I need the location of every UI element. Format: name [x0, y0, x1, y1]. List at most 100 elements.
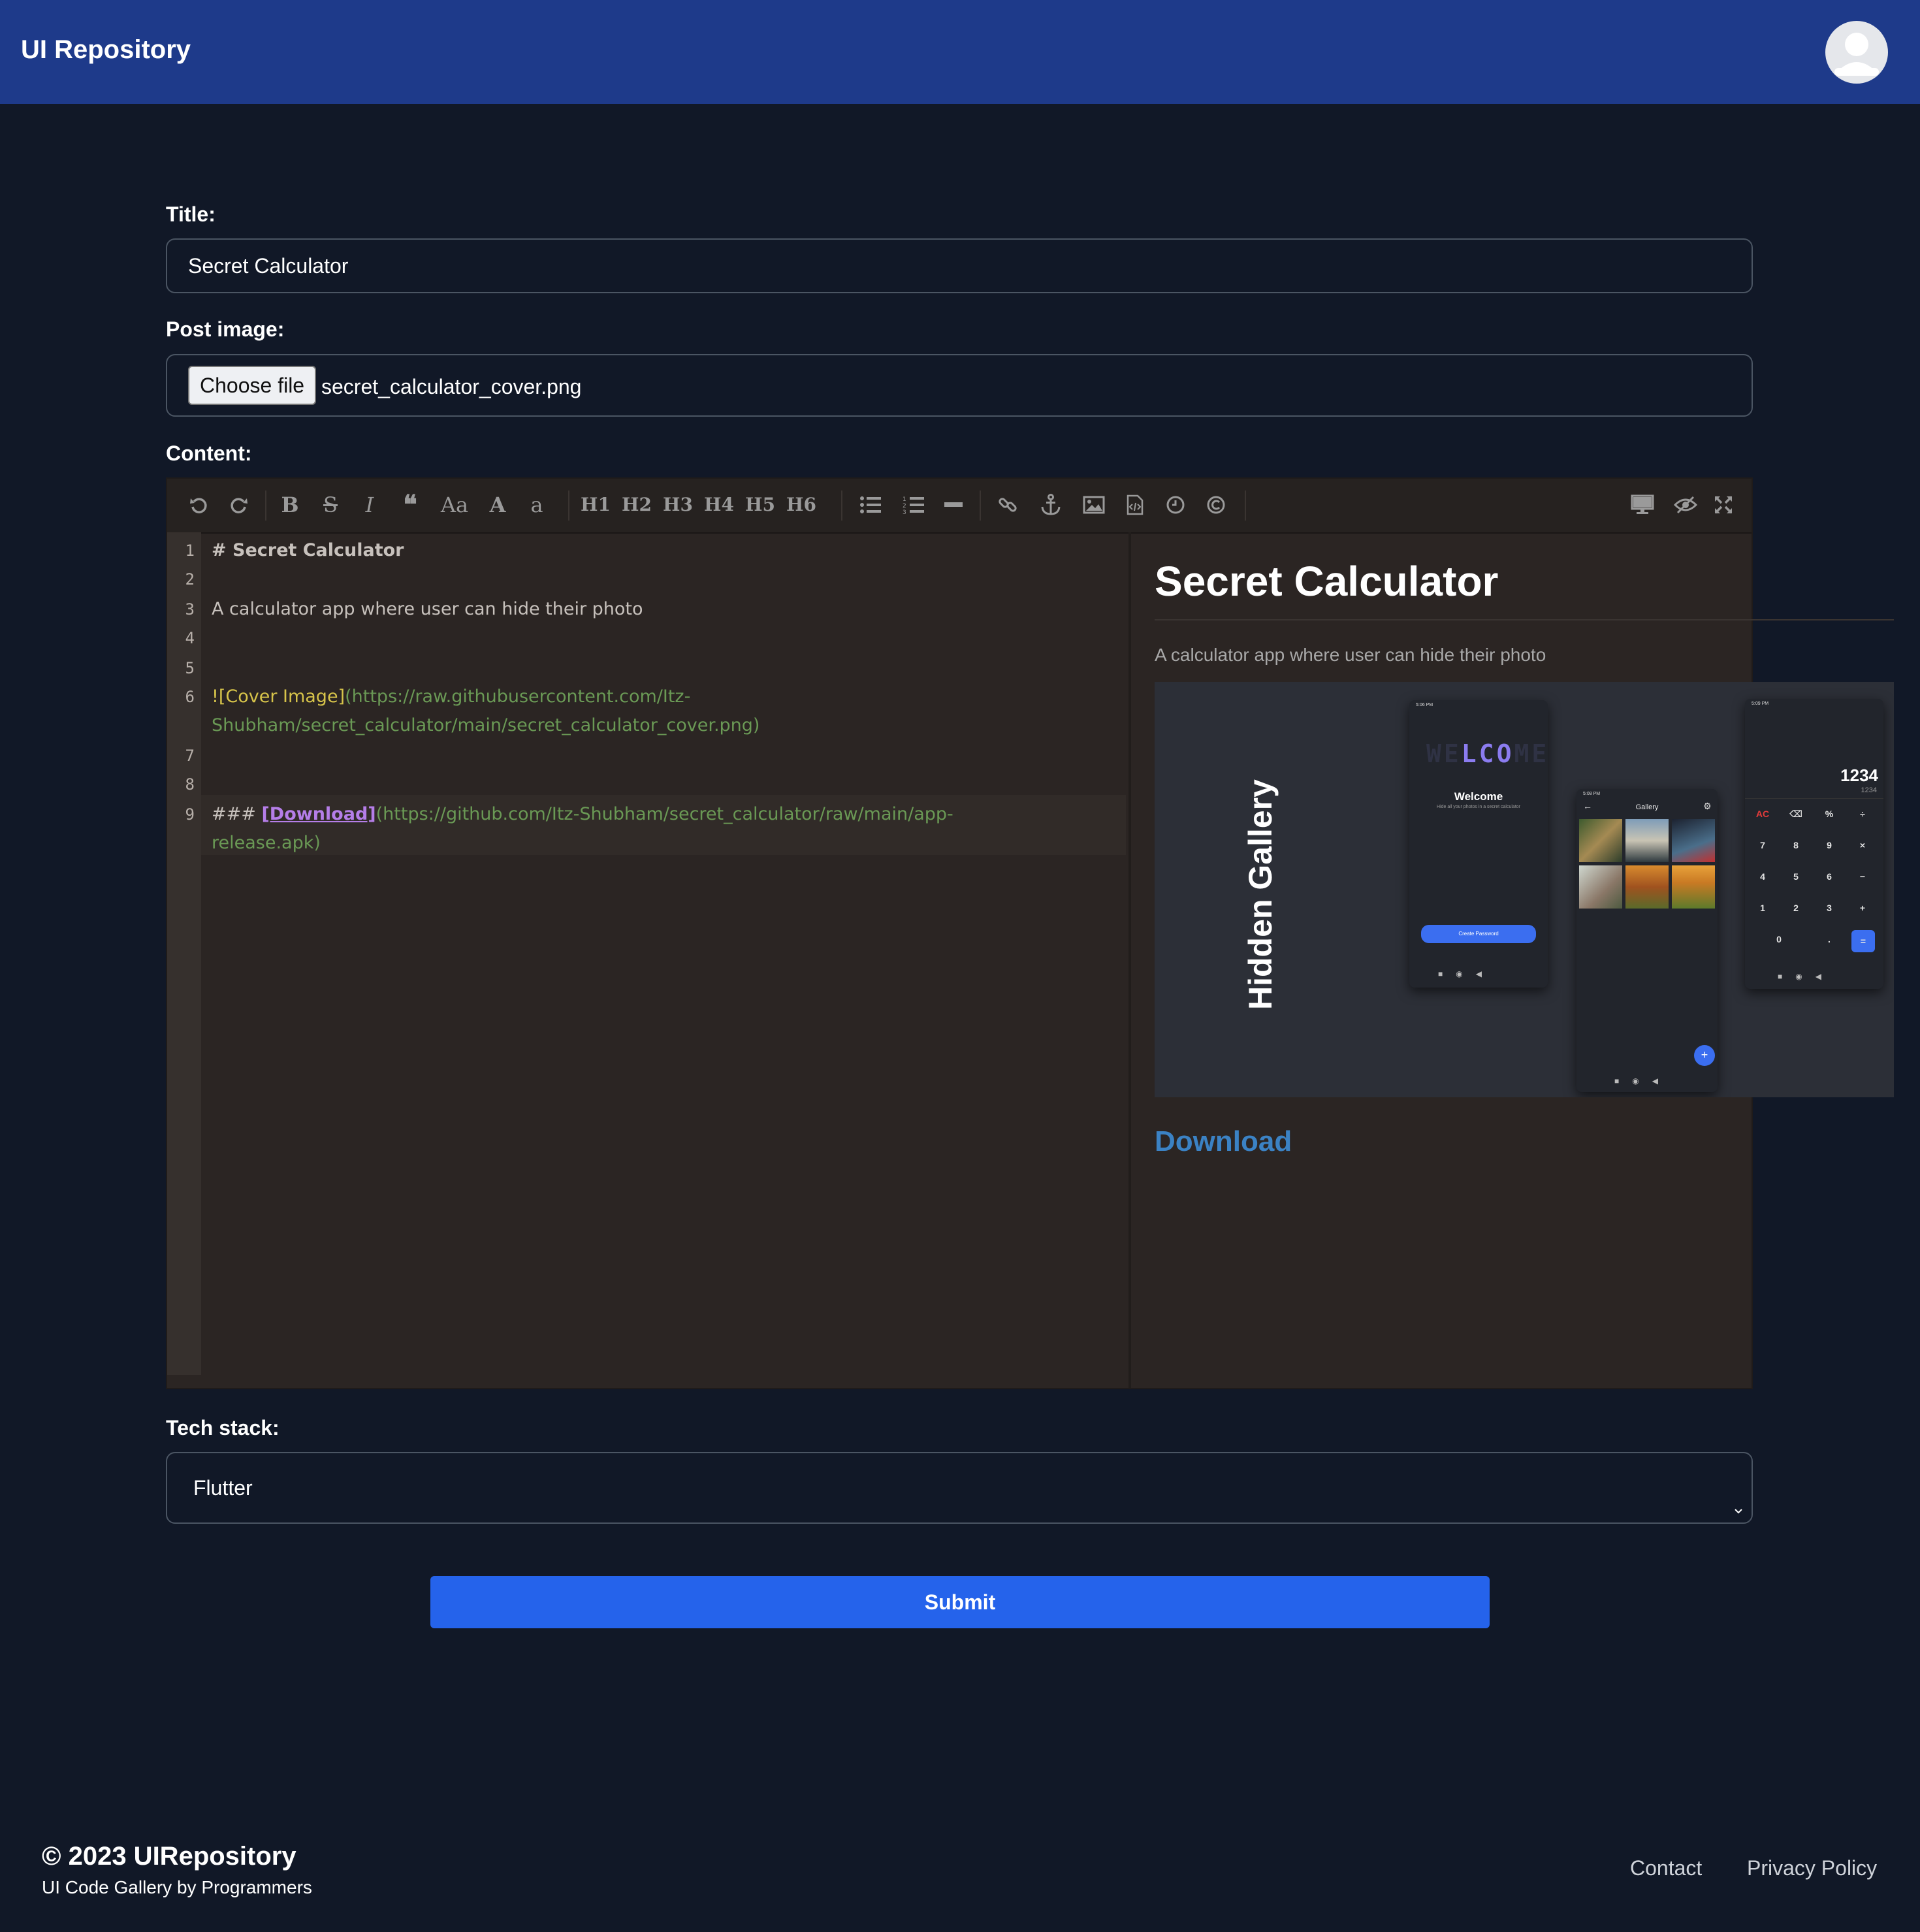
case-toggle-button[interactable]: Aa: [435, 488, 474, 522]
strikethrough-button[interactable]: S: [316, 488, 345, 522]
markdown-preview: Secret Calculator A calculator app where…: [1131, 532, 1894, 1388]
footer-copyright: © 2023 UIRepository: [42, 1842, 296, 1871]
calculator-display: 1234: [1840, 765, 1878, 785]
h4-button[interactable]: H4: [701, 488, 737, 522]
horizontal-rule-icon[interactable]: [939, 488, 968, 522]
gallery-thumbnail: [1625, 865, 1669, 909]
fullscreen-icon[interactable]: [1707, 488, 1740, 522]
selected-file-name: secret_calculator_cover.png: [321, 375, 582, 398]
post-image-file-input[interactable]: Choose file secret_calculator_cover.png: [166, 354, 1753, 417]
italic-button[interactable]: I: [355, 488, 384, 522]
brand-logo[interactable]: UI Repository: [21, 35, 191, 65]
undo-icon[interactable]: [184, 488, 213, 522]
status-time: 5:09 PM: [1752, 701, 1769, 706]
image-icon[interactable]: [1078, 488, 1110, 522]
bold-button[interactable]: B: [276, 488, 304, 522]
line-number-gutter: 1 2 3 4 5 6 7 8 9: [167, 532, 201, 1375]
settings-gear-icon: ⚙: [1703, 801, 1712, 811]
footer-privacy-link[interactable]: Privacy Policy: [1747, 1856, 1877, 1880]
tech-stack-select[interactable]: Flutter: [166, 1452, 1753, 1524]
link-icon[interactable]: [991, 488, 1024, 522]
list-ul-icon[interactable]: [854, 488, 887, 522]
download-url: (https://github.com/Itz-Shubham/secret_c…: [376, 804, 953, 824]
calc-key-6: 6: [1827, 871, 1832, 882]
h2-button[interactable]: H2: [618, 488, 655, 522]
eye-off-icon[interactable]: [1669, 488, 1702, 522]
gallery-thumbnail: [1625, 819, 1669, 862]
redo-icon[interactable]: [225, 488, 253, 522]
calc-key-1: 1: [1760, 903, 1765, 913]
line-number: 4: [185, 629, 195, 647]
uppercase-button[interactable]: A: [483, 488, 512, 522]
nav-bar-icons: ■ ◉ ◀: [1778, 972, 1821, 981]
list-ol-icon[interactable]: 123: [897, 488, 930, 522]
markdown-code-area[interactable]: # Secret Calculator A calculator app whe…: [201, 532, 1128, 1375]
footer-contact-link[interactable]: Contact: [1630, 1856, 1702, 1880]
welcome-art: WELCOME: [1426, 739, 1548, 768]
line-number: 9: [185, 805, 195, 824]
calc-key-5: 5: [1793, 871, 1799, 882]
preview-title: Secret Calculator: [1155, 558, 1499, 605]
status-time: 5:06 PM: [1416, 703, 1433, 707]
gallery-thumbnail: [1672, 865, 1715, 909]
code-line-6-wrap: Shubham/secret_calculator/main/secret_ca…: [212, 715, 760, 735]
editor-toolbar: B S I ❝ Aa A a H1 H2 H3 H4 H5 H6 123: [167, 479, 1752, 534]
choose-file-button[interactable]: Choose file: [188, 366, 317, 405]
calc-key-8: 8: [1793, 840, 1799, 850]
line-number: 8: [185, 775, 195, 794]
calc-key-7: 7: [1760, 840, 1765, 850]
chevron-down-icon: [1731, 1477, 1746, 1546]
preview-download-link[interactable]: Download: [1155, 1125, 1292, 1158]
welcome-heading: Welcome: [1454, 790, 1503, 803]
calc-key-2: 2: [1793, 903, 1799, 913]
calculator-screen-mockup: 5:09 PM 1234 1234 AC ⌫ % ÷ 7 8 9 × 4 5 6…: [1745, 699, 1883, 989]
preview-cover-image: Hidden Gallery 5:06 PM WELCOME Welcome H…: [1155, 682, 1894, 1097]
download-link-text: [Download]: [261, 804, 376, 824]
quote-button[interactable]: ❝: [396, 488, 424, 522]
code-line-9: ### [Download](https://github.com/Itz-Sh…: [212, 800, 953, 829]
heading-marker: ###: [212, 804, 262, 824]
hidden-gallery-label: Hidden Gallery: [1242, 779, 1279, 1010]
h1-button[interactable]: H1: [577, 488, 614, 522]
line-number: 7: [185, 747, 195, 765]
calc-key-percent: %: [1825, 809, 1834, 819]
calc-key-4: 4: [1760, 871, 1765, 882]
h5-button[interactable]: H5: [742, 488, 778, 522]
code-file-icon[interactable]: [1121, 488, 1149, 522]
svg-text:3: 3: [903, 509, 906, 515]
content-label: Content:: [166, 442, 252, 465]
anchor-icon[interactable]: [1034, 488, 1067, 522]
top-navbar: UI Repository: [0, 0, 1920, 104]
footer-tagline: UI Code Gallery by Programmers: [42, 1877, 312, 1897]
lowercase-button[interactable]: a: [522, 488, 551, 522]
welcome-subtext: Hide all your photos in a secret calcula…: [1436, 805, 1520, 809]
post-image-label: Post image:: [166, 317, 285, 341]
preview-heading-rule: [1155, 619, 1894, 620]
calc-key-ac: AC: [1755, 809, 1770, 819]
copyright-icon[interactable]: [1202, 488, 1230, 522]
code-line-6: ![Cover Image](https://raw.githubusercon…: [212, 683, 690, 711]
tech-stack-value: Flutter: [193, 1476, 253, 1500]
clock-icon[interactable]: [1161, 488, 1190, 522]
gallery-thumbnail: [1579, 865, 1622, 909]
submit-button[interactable]: Submit: [430, 1576, 1490, 1628]
line-number: 5: [185, 659, 195, 677]
user-avatar-icon[interactable]: [1825, 21, 1888, 84]
calculator-divider: [1745, 798, 1883, 799]
calc-key-divide: ÷: [1860, 809, 1865, 819]
h3-button[interactable]: H3: [660, 488, 696, 522]
gallery-thumbnail: [1672, 819, 1715, 862]
calc-key-plus: +: [1859, 903, 1866, 913]
svg-text:2: 2: [903, 503, 906, 509]
svg-text:1: 1: [903, 496, 906, 503]
title-input[interactable]: Secret Calculator: [166, 238, 1753, 293]
h6-button[interactable]: H6: [783, 488, 820, 522]
calc-key-3: 3: [1827, 903, 1832, 913]
gallery-screen-mockup: 5:08 PM ← Gallery ⚙ + ■ ◉ ◀: [1576, 789, 1718, 1092]
desktop-preview-icon[interactable]: [1626, 488, 1659, 522]
welcome-screen-mockup: 5:06 PM WELCOME Welcome Hide all your ph…: [1409, 700, 1548, 988]
line-number: 6: [185, 688, 195, 706]
title-label: Title:: [166, 202, 216, 226]
nav-bar-icons: ■ ◉ ◀: [1438, 969, 1482, 978]
gallery-thumbnail: [1579, 819, 1622, 862]
